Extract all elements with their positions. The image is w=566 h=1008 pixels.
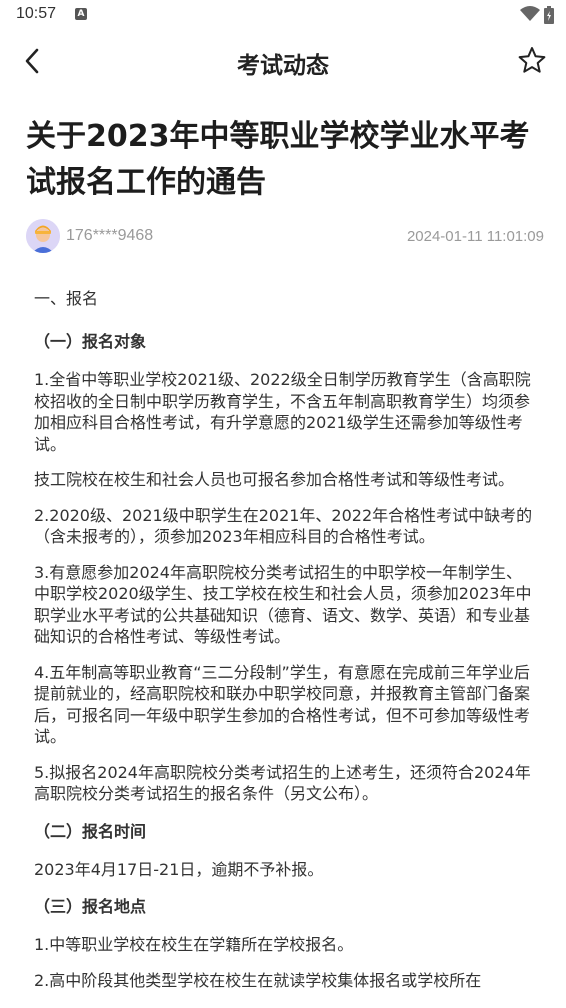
- body-paragraph: 1.中等职业学校在校生在学籍所在学校报名。: [34, 935, 354, 954]
- article-title: 关于2023年中等职业学校学业水平考试报名工作的通告: [26, 119, 530, 200]
- body-paragraph: 5.拟报名2024年高职院校分类考试招生的上述考生，还须符合2024年高职院校分…: [34, 762, 531, 804]
- subsection-heading: （二）报名时间: [34, 821, 147, 841]
- page-title: 考试动态: [237, 53, 329, 79]
- battery-icon: [544, 6, 554, 24]
- section-heading: 一、报名: [34, 289, 99, 308]
- body-paragraph: 3.有意愿参加2024年高职院校分类考试招生的中职学校一年制学生、中职学校202…: [34, 562, 532, 647]
- favorite-star-icon[interactable]: [516, 44, 548, 78]
- body-paragraph: 4.五年制高等职业教育“三二分段制”学生，有意愿在完成前三年学业后提前就业的，经…: [34, 662, 531, 747]
- subsection-heading: （三）报名地点: [34, 897, 147, 916]
- notification-a-icon: A: [75, 8, 87, 20]
- article-meta: 176****9468 2024-01-11 11:01:09: [26, 219, 544, 255]
- wifi-icon: [520, 6, 540, 21]
- status-bar: 10:57 A: [0, 0, 566, 30]
- article-body: 一、报名 （一）报名对象 1.全省中等职业学校2021级、2022级全日制学历教…: [34, 285, 534, 1005]
- top-navigation-bar: 考试动态: [0, 30, 566, 94]
- body-paragraph: 2.高中阶段其他类型学校在校生在就读学校集体报名或学校所在: [34, 970, 482, 990]
- author-avatar[interactable]: [26, 219, 60, 253]
- status-time: 10:57: [16, 5, 57, 22]
- avatar-icon: [26, 219, 60, 253]
- body-paragraph: 1.全省中等职业学校2021级、2022级全日制学历教育学生（含高职院校招收的全…: [34, 370, 531, 454]
- body-paragraph: 2.2020级、2021级中职学生在2021年、2022年合格性考试中缺考的（含…: [34, 505, 533, 547]
- publish-time: 2024-01-11 11:01:09: [406, 228, 544, 245]
- subsection-heading: （一）报名对象: [34, 332, 147, 351]
- author-name[interactable]: 176****9468: [66, 227, 153, 245]
- body-paragraph: 技工院校在校生和社会人员也可报名参加合格性考试和等级性考试。: [34, 470, 515, 489]
- body-paragraph: 2023年4月17日-21日，逾期不予补报。: [34, 859, 324, 879]
